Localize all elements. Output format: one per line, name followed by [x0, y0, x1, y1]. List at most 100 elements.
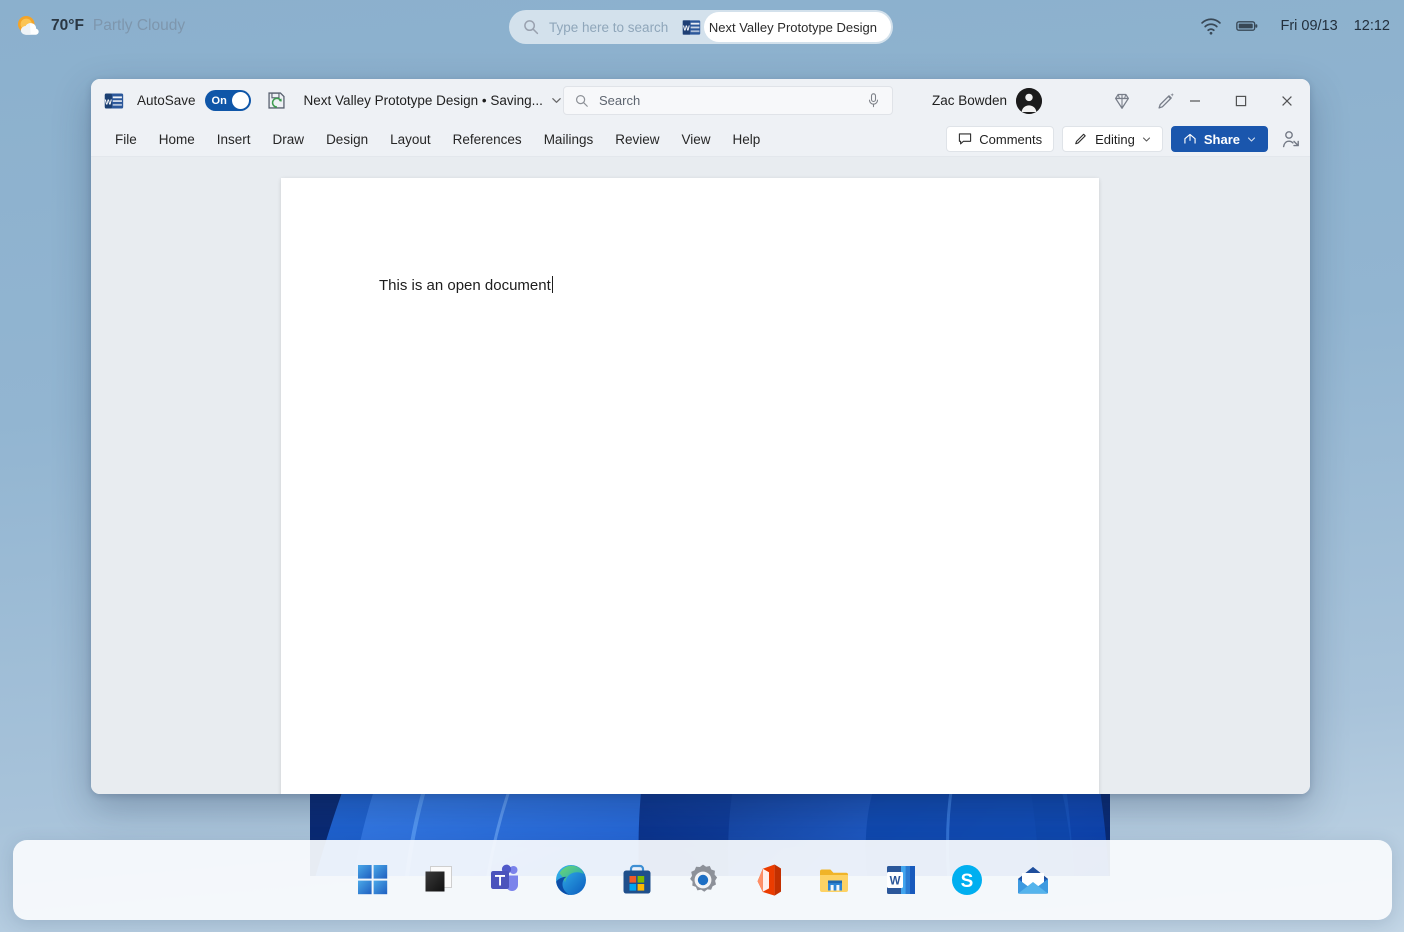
- word-app-icon: W: [105, 93, 124, 108]
- taskbar-search-box[interactable]: Type here to search W Next Valley Protot…: [509, 10, 893, 44]
- microphone-icon[interactable]: [867, 93, 880, 108]
- windows-taskbar: W S: [13, 840, 1392, 920]
- user-avatar: [1016, 87, 1042, 114]
- editing-label: Editing: [1095, 131, 1135, 147]
- comment-icon: [959, 133, 972, 145]
- svg-text:W: W: [105, 97, 113, 106]
- autosave-label: AutoSave: [137, 93, 196, 108]
- search-icon: [575, 94, 588, 107]
- system-tray[interactable]: Fri 09/13 12:12: [1200, 0, 1390, 52]
- document-paragraph: This is an open document: [379, 277, 551, 294]
- microsoft-teams-icon: [490, 864, 518, 891]
- document-body-text[interactable]: This is an open document: [379, 276, 553, 294]
- settings-gear-icon: [689, 864, 717, 892]
- taskbar-item-start[interactable]: [352, 859, 394, 901]
- taskbar-item-office[interactable]: [748, 859, 790, 901]
- wifi-icon[interactable]: [1200, 16, 1222, 36]
- weather-condition: Partly Cloudy: [92, 17, 186, 34]
- chevron-down-icon[interactable]: [551, 95, 562, 106]
- svg-text:W: W: [683, 24, 690, 32]
- word-search-input[interactable]: Search: [563, 86, 893, 115]
- titlebar-tool-icons: [1112, 91, 1176, 111]
- ribbon-tab-bar: File Home Insert Draw Design Layout Refe…: [91, 122, 1310, 157]
- minimize-icon: [1190, 99, 1200, 102]
- taskbar-item-task-view[interactable]: [418, 859, 460, 901]
- taskbar-item-settings[interactable]: [682, 859, 724, 901]
- comments-label: Comments: [979, 131, 1043, 147]
- tab-design[interactable]: Design: [315, 128, 379, 151]
- word-title-bar: W AutoSave On Next Valley Prototype Desi…: [91, 79, 1310, 122]
- microsoft-store-icon: [623, 864, 650, 894]
- svg-text:W: W: [889, 875, 900, 887]
- microsoft-word-icon: W: [886, 866, 915, 894]
- word-search-placeholder: Search: [599, 93, 641, 108]
- battery-icon[interactable]: [1236, 16, 1258, 36]
- avatar[interactable]: [1016, 87, 1042, 114]
- save-sync-icon[interactable]: [266, 90, 287, 111]
- microsoft-office-icon: [757, 864, 781, 896]
- taskbar-search-placeholder: Type here to search: [549, 19, 669, 35]
- toggle-knob: [231, 92, 249, 109]
- start-windows-icon: [357, 865, 387, 895]
- taskbar-active-task-chip[interactable]: W Next Valley Prototype Design: [678, 12, 891, 42]
- system-time[interactable]: 12:12: [1354, 18, 1390, 34]
- tab-mailings[interactable]: Mailings: [533, 128, 605, 151]
- document-page[interactable]: This is an open document: [281, 178, 1099, 794]
- window-controls: [1172, 79, 1310, 122]
- taskbar-item-microsoft-edge[interactable]: [550, 859, 592, 901]
- file-explorer-icon: [819, 869, 848, 892]
- comments-button[interactable]: Comments: [946, 126, 1055, 152]
- weather-widget[interactable]: 70°F Partly Cloudy: [14, 12, 185, 40]
- share-button[interactable]: Share: [1170, 126, 1268, 152]
- taskbar-item-mail[interactable]: [1012, 859, 1054, 901]
- skype-icon: S: [951, 865, 982, 895]
- tab-view[interactable]: View: [670, 128, 721, 151]
- tab-help[interactable]: Help: [722, 128, 772, 151]
- maximize-icon: [1235, 95, 1247, 106]
- system-status-bar: 70°F Partly Cloudy Type here to search W…: [0, 0, 1404, 52]
- close-icon: [1282, 95, 1292, 106]
- task-view-icon: [425, 866, 452, 892]
- tab-draw[interactable]: Draw: [262, 128, 316, 151]
- share-icon: [1184, 133, 1196, 144]
- diamond-icon[interactable]: [1112, 91, 1132, 111]
- close-button[interactable]: [1264, 79, 1310, 122]
- tab-home[interactable]: Home: [148, 128, 206, 151]
- autosave-toggle[interactable]: On: [204, 90, 251, 111]
- autosave-state-label: On: [211, 94, 227, 107]
- minimize-button[interactable]: [1172, 79, 1218, 122]
- system-date[interactable]: Fri 09/13: [1280, 18, 1337, 34]
- taskbar-item-file-explorer[interactable]: [814, 859, 856, 901]
- user-name: Zac Bowden: [931, 93, 1007, 108]
- taskbar-active-task-label: Next Valley Prototype Design: [708, 19, 877, 35]
- document-canvas[interactable]: This is an open document: [91, 157, 1310, 794]
- chevron-down-icon: [1247, 136, 1256, 142]
- tab-references[interactable]: References: [442, 128, 533, 151]
- svg-text:S: S: [960, 871, 973, 892]
- taskbar-item-word[interactable]: W: [880, 859, 922, 901]
- sun-cloud-icon: [17, 15, 39, 35]
- search-icon: [524, 20, 539, 35]
- tab-insert[interactable]: Insert: [206, 128, 262, 151]
- person-arrow-icon[interactable]: [1280, 128, 1302, 150]
- tab-layout[interactable]: Layout: [379, 128, 442, 151]
- tab-file[interactable]: File: [104, 128, 148, 151]
- document-title[interactable]: Next Valley Prototype Design • Saving...: [304, 93, 543, 108]
- taskbar-item-microsoft-store[interactable]: [616, 859, 658, 901]
- editing-mode-button[interactable]: Editing: [1062, 126, 1163, 152]
- taskbar-item-skype[interactable]: S: [946, 859, 988, 901]
- weather-temperature: 70°F: [51, 17, 84, 34]
- taskbar-item-microsoft-teams[interactable]: [484, 859, 526, 901]
- text-caret: [551, 276, 553, 293]
- microsoft-edge-icon: [555, 865, 586, 895]
- ribbon-actions: Comments Editing Share: [946, 126, 1302, 152]
- share-label: Share: [1203, 131, 1240, 147]
- pencil-icon: [1075, 133, 1086, 145]
- word-application-window: W AutoSave On Next Valley Prototype Desi…: [91, 79, 1310, 794]
- maximize-button[interactable]: [1218, 79, 1264, 122]
- tab-review[interactable]: Review: [604, 128, 670, 151]
- chevron-down-icon: [1142, 136, 1150, 142]
- word-app-icon: W: [682, 19, 701, 35]
- user-account-area[interactable]: Zac Bowden: [931, 87, 1042, 114]
- ribbon-tabs: File Home Insert Draw Design Layout Refe…: [104, 128, 771, 151]
